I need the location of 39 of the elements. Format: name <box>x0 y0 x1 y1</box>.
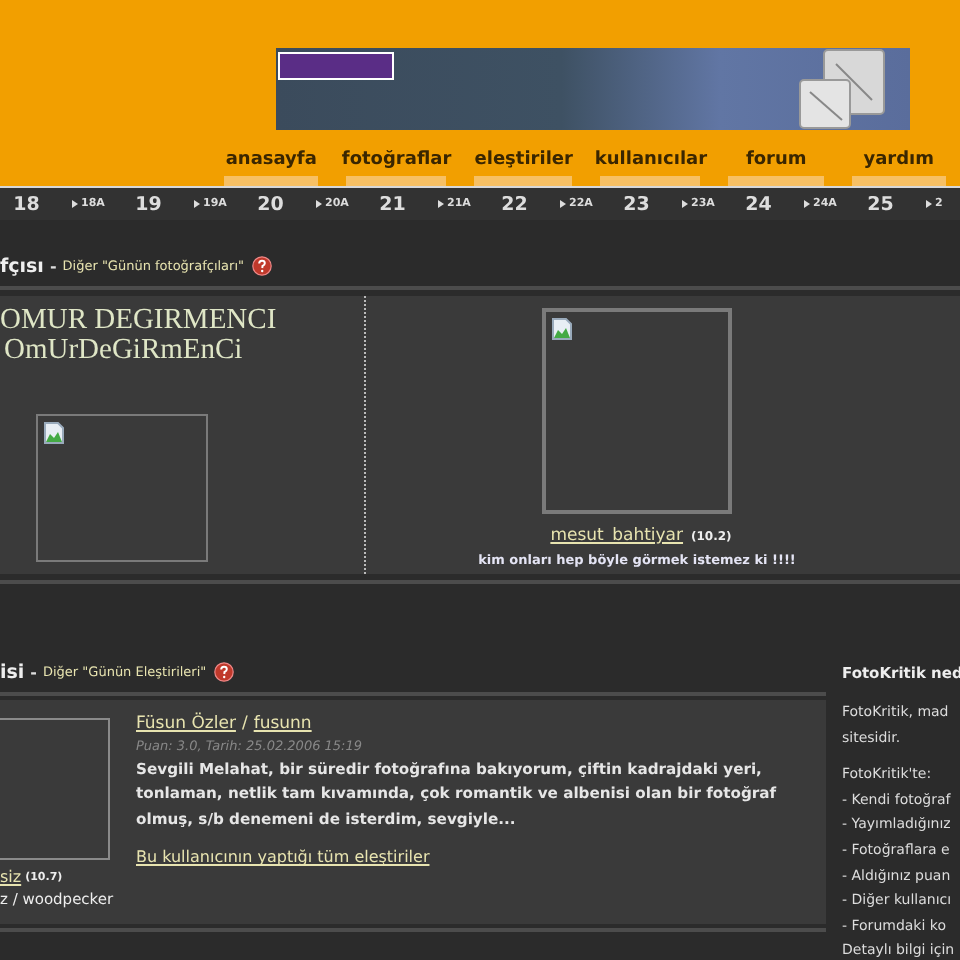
triangle-icon <box>925 200 931 208</box>
nav-tab[interactable]: yardım <box>851 150 946 186</box>
triangle-icon <box>803 200 809 208</box>
triangle-icon <box>315 200 321 208</box>
date-link[interactable]: 20 <box>257 193 284 215</box>
all-critiques-link[interactable]: Bu kullanıcının yaptığı tüm eleştiriler <box>136 848 430 867</box>
help-icon[interactable] <box>214 662 235 682</box>
nickname: OmUrDeGiRmEnCi <box>2 336 245 366</box>
section-title: fçısı <box>0 255 44 277</box>
owner-link[interactable]: siz <box>0 868 22 886</box>
user-link[interactable]: mesut_bahtiyar <box>542 526 692 546</box>
date-link[interactable]: 25 <box>867 193 894 215</box>
help-icon[interactable] <box>252 256 273 276</box>
date-link[interactable]: 19 <box>135 193 162 215</box>
section-title: isi <box>0 661 25 683</box>
triangle-icon <box>437 200 443 208</box>
person-name: OMUR DEGIRMENCI <box>0 306 279 336</box>
nav-tab[interactable]: forum <box>728 150 824 186</box>
nav-tab[interactable]: anasayfa <box>224 150 319 186</box>
broken-image-icon <box>552 318 572 340</box>
image-frame[interactable] <box>0 718 110 860</box>
date-link[interactable]: 21 <box>379 193 406 215</box>
nav-tab[interactable]: fotoğraflar <box>346 150 447 186</box>
separator: / <box>241 714 248 734</box>
author-nick-link[interactable]: fusunn <box>253 714 312 734</box>
nav-tab[interactable]: eleştiriler <box>474 150 573 186</box>
date-link[interactable]: 18 <box>13 193 40 215</box>
triangle-icon <box>559 200 565 208</box>
triangle-icon <box>681 200 687 208</box>
author-link[interactable]: Füsun Özler <box>136 714 236 734</box>
image-frame[interactable] <box>542 308 732 514</box>
date-link[interactable]: 22 <box>501 193 528 215</box>
triangle-icon <box>71 200 77 208</box>
broken-image-icon <box>44 422 64 444</box>
triangle-icon <box>193 200 199 208</box>
dash: - <box>49 257 57 275</box>
date-link[interactable]: 24 <box>745 193 772 215</box>
date-link[interactable]: 23 <box>623 193 650 215</box>
dash: - <box>30 663 37 681</box>
